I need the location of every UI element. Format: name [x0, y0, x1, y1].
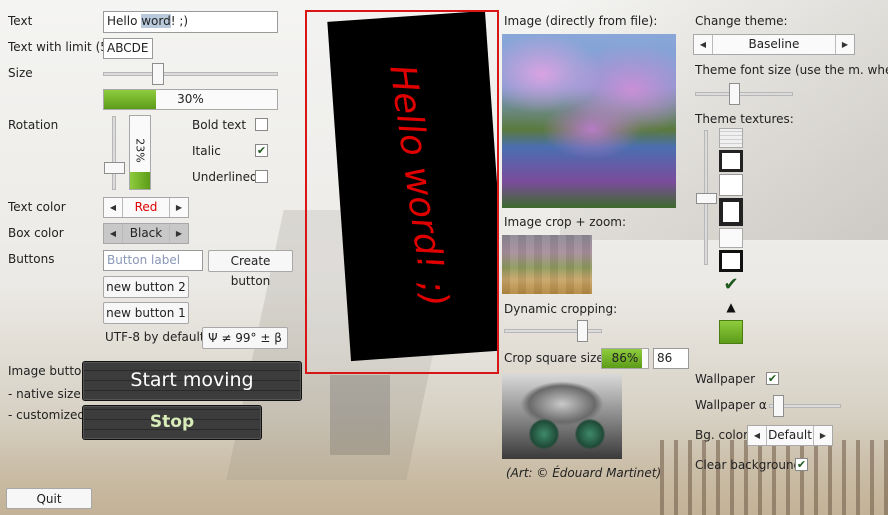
bold-label: Bold text	[192, 118, 247, 132]
customized-label: - customized	[8, 408, 85, 422]
rotation-progress-fill	[130, 172, 150, 189]
theme-textures-slider-thumb[interactable]	[696, 193, 717, 204]
image-crop-label: Image crop + zoom:	[504, 215, 627, 229]
left-arrow-icon[interactable]: ◀	[694, 35, 713, 54]
left-arrow-icon[interactable]: ◀	[748, 426, 767, 445]
rotation-slider-thumb[interactable]	[104, 162, 125, 174]
size-slider-thumb[interactable]	[152, 63, 164, 85]
theme-spinner[interactable]: ◀ Baseline ▶	[693, 34, 855, 55]
text-input-value-prefix: Hello	[107, 14, 142, 28]
cherry-blossom-image	[502, 34, 676, 208]
theme-font-size-slider-track[interactable]	[695, 92, 793, 96]
clear-background-checkbox[interactable]: ✔	[795, 458, 808, 471]
theme-font-size-slider-thumb[interactable]	[729, 83, 740, 105]
text-input[interactable]: Hello word! ;)	[103, 11, 278, 33]
checkmark-icon: ✔	[767, 372, 778, 385]
wallpaper-label: Wallpaper	[695, 372, 756, 386]
new-button-2[interactable]: new button 2	[103, 276, 189, 298]
crop-size-input[interactable]: 86	[653, 348, 689, 369]
text-label: Text	[8, 14, 33, 28]
quit-button[interactable]: Quit	[6, 488, 92, 509]
theme-font-size-label: Theme font size (use the m. wheel):	[695, 63, 888, 77]
texture-swatch	[719, 198, 743, 226]
texture-checkmark-icon: ✔	[723, 274, 739, 295]
size-slider-track[interactable]	[103, 72, 278, 76]
stop-button[interactable]: Stop	[82, 405, 262, 440]
image-button-label: Image button	[8, 364, 89, 378]
art-credit: (Art: © Édouard Martinet)	[506, 466, 662, 480]
size-progress-text: 30%	[177, 92, 204, 106]
button-label-input[interactable]: Button label	[103, 250, 203, 271]
native-size-label: - native size	[8, 387, 81, 401]
underlined-label: Underlined	[192, 170, 258, 184]
bg-color-value: Default	[768, 428, 812, 442]
rotation-slider-track[interactable]	[112, 116, 116, 190]
wallpaper-alpha-label: Wallpaper α	[695, 398, 767, 412]
texture-swatch	[719, 228, 743, 248]
rotation-label: Rotation	[8, 118, 59, 132]
left-arrow-icon[interactable]: ◀	[104, 224, 123, 243]
theme-textures-label: Theme textures:	[695, 112, 794, 126]
dynamic-cropping-label: Dynamic cropping:	[504, 302, 618, 316]
rotated-text: Hello word! ;)	[381, 62, 456, 310]
right-arrow-icon[interactable]: ▶	[169, 198, 188, 217]
bold-checkbox[interactable]	[255, 118, 268, 131]
sculpture-image	[502, 374, 622, 459]
create-button[interactable]: Create button	[208, 250, 293, 288]
box-color-value: Black	[129, 226, 163, 240]
wallpaper-checkbox[interactable]: ✔	[766, 372, 779, 385]
texture-swatch	[719, 128, 743, 148]
right-arrow-icon[interactable]: ▶	[813, 426, 832, 445]
texture-swatch	[719, 250, 743, 272]
size-label: Size	[8, 66, 33, 80]
italic-label: Italic	[192, 144, 221, 158]
change-theme-label: Change theme:	[695, 14, 788, 28]
buttons-label: Buttons	[8, 252, 55, 266]
italic-checkbox[interactable]: ✔	[255, 144, 268, 157]
clear-background-label: Clear background	[695, 458, 802, 472]
size-progress-bar: 30%	[103, 89, 278, 110]
underlined-checkbox[interactable]	[255, 170, 268, 183]
bg-color-label: Bg. color	[695, 428, 749, 442]
bg-color-spinner[interactable]: ◀ Default ▶	[747, 425, 833, 446]
box-color-label: Box color	[8, 226, 64, 240]
text-color-spinner[interactable]: ◀ Red ▶	[103, 197, 189, 218]
dynamic-cropping-slider-thumb[interactable]	[577, 320, 588, 342]
right-arrow-icon[interactable]: ▶	[835, 35, 854, 54]
rotation-progress-text: 23%	[133, 138, 147, 163]
box-color-spinner[interactable]: ◀ Black ▶	[103, 223, 189, 244]
crop-square-label: Crop square size:	[504, 351, 608, 365]
cropped-zoom-image	[502, 235, 592, 294]
rotated-text-box: Hello word! ;)	[327, 12, 497, 362]
text-color-value: Red	[134, 200, 158, 214]
texture-arrow-icon: ▲	[726, 300, 736, 314]
rotation-progress-bar: 23%	[129, 115, 151, 190]
limited-text-input[interactable]: ABCDE	[103, 38, 153, 59]
text-color-label: Text color	[8, 200, 66, 214]
wallpaper-alpha-slider-thumb[interactable]	[773, 395, 784, 417]
texture-progress-swatch	[719, 320, 743, 344]
checkmark-icon: ✔	[256, 144, 267, 157]
texture-swatch	[719, 174, 743, 196]
new-button-1[interactable]: new button 1	[103, 302, 189, 324]
utf8-label: UTF-8 by default:	[105, 330, 209, 344]
text-preview-panel: Hello word! ;)	[305, 10, 499, 374]
checkmark-icon: ✔	[796, 458, 807, 471]
text-input-value-suffix: ! ;)	[170, 14, 189, 28]
image-from-file-label: Image (directly from file):	[504, 14, 658, 28]
utf8-button[interactable]: Ψ ≠ 99° ± β	[202, 327, 288, 349]
crop-size-progress-text: 86%	[611, 351, 639, 365]
crop-size-progress: 86%	[601, 348, 649, 369]
right-arrow-icon[interactable]: ▶	[169, 224, 188, 243]
start-moving-button[interactable]: Start moving	[82, 361, 302, 401]
theme-value: Baseline	[748, 37, 800, 51]
text-input-selection: word	[141, 14, 171, 28]
text-limit-label: Text with limit (5)	[8, 40, 113, 54]
left-arrow-icon[interactable]: ◀	[104, 198, 123, 217]
texture-swatch	[719, 150, 743, 172]
